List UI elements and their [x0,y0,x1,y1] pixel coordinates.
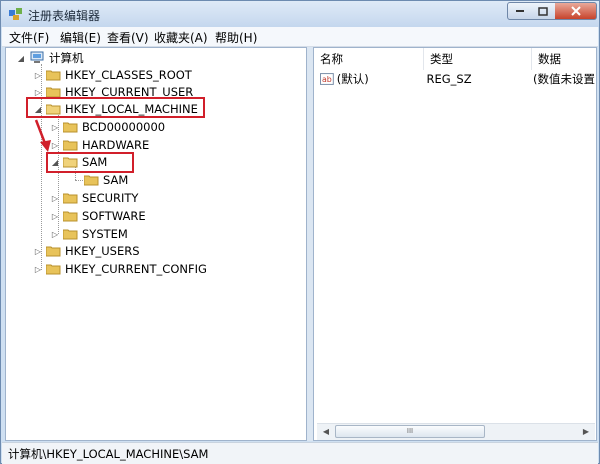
svg-text:ab: ab [322,75,332,84]
tree-label: SECURITY [82,191,139,205]
tree-item-hkey-users[interactable]: ▷ HKEY_USERS [33,243,140,259]
maximize-icon [538,6,548,16]
tree-label: BCD00000000 [82,120,166,134]
folder-icon [84,174,99,186]
close-button[interactable] [555,2,597,20]
menu-help[interactable]: 帮助(H) [215,29,257,46]
column-header-name[interactable]: 名称 [314,48,424,70]
expand-icon[interactable]: ▷ [33,247,43,256]
menu-view[interactable]: 查看(V) [107,29,149,46]
column-header-label: 类型 [430,52,453,66]
computer-icon [30,51,44,63]
tree-label: HARDWARE [82,138,150,152]
value-name: (默认) [336,72,369,86]
tree-label: HKEY_USERS [65,244,140,258]
tree-item-hkey-classes-root[interactable]: ▷ HKEY_CLASSES_ROOT [33,67,192,83]
folder-icon [63,228,78,240]
title-bar: 注册表编辑器 [1,1,599,27]
column-header-data[interactable]: 数据 [532,48,596,70]
tree-label: HKEY_CURRENT_CONFIG [65,262,207,276]
values-list-pane[interactable]: 名称 类型 数据 ab (默认) REG_SZ (数值未设置 [313,47,597,441]
column-header-type[interactable]: 类型 [424,48,532,70]
column-header-label: 数据 [538,52,561,66]
expand-icon[interactable]: ▷ [50,212,60,221]
status-path: 计算机\HKEY_LOCAL_MACHINE\SAM [8,447,209,461]
tree-item-computer[interactable]: ◢ 计算机 [16,50,84,66]
column-header-label: 名称 [320,52,343,66]
maximize-button[interactable] [531,2,556,20]
tree-item-security[interactable]: ▷ SECURITY [50,190,139,206]
horizontal-scrollbar[interactable]: ◀ III ▶ [317,423,595,440]
registry-editor-icon [9,8,22,20]
tree-item-hardware[interactable]: ▷ HARDWARE [50,137,149,153]
tree-label: SOFTWARE [82,209,146,223]
expand-icon[interactable]: ▷ [33,265,43,274]
tree-pane[interactable]: ◢ 计算机 ▷ HKEY_CLASSES_ROOT ▷ HKEY_CURRENT… [5,47,307,441]
folder-icon [46,69,61,81]
expand-icon[interactable]: ▷ [50,194,60,203]
tree-label: SYSTEM [82,227,128,241]
minimize-icon [515,10,524,12]
close-icon [570,6,581,16]
minimize-button[interactable] [507,2,532,20]
table-row[interactable]: ab (默认) REG_SZ (数值未设置 [320,70,595,88]
string-value-icon: ab [320,73,334,85]
menu-edit[interactable]: 编辑(E) [60,29,101,46]
tree-label: 计算机 [49,51,84,65]
tree-label: HKEY_CLASSES_ROOT [65,68,192,82]
folder-icon [63,121,78,133]
value-type: REG_SZ [426,72,472,86]
highlight-box-hkey-local-machine [26,97,205,118]
folder-icon [63,139,78,151]
folder-icon [46,245,61,257]
scroll-right-icon[interactable]: ▶ [579,426,593,438]
tree-item-bcd[interactable]: ▷ BCD00000000 [50,119,165,135]
registry-editor-window: 注册表编辑器 文件(F) 编辑(E) 查看(V) 收藏夹(A) 帮助(H) ◢ … [0,0,600,464]
window-title: 注册表编辑器 [28,9,101,23]
scroll-thumb[interactable]: III [335,425,485,438]
folder-icon [63,210,78,222]
tree-item-hkey-current-config[interactable]: ▷ HKEY_CURRENT_CONFIG [33,261,207,277]
tree-item-system[interactable]: ▷ SYSTEM [50,226,128,242]
menu-favorites[interactable]: 收藏夹(A) [154,29,208,46]
menu-bar: 文件(F) 编辑(E) 查看(V) 收藏夹(A) 帮助(H) [2,27,598,47]
status-bar: 计算机\HKEY_LOCAL_MACHINE\SAM [2,442,598,464]
tree-label: SAM [103,173,129,187]
collapse-icon[interactable]: ◢ [16,54,26,63]
tree-item-sam-child[interactable]: SAM [84,172,128,188]
scroll-left-icon[interactable]: ◀ [319,426,333,438]
folder-icon [46,263,61,275]
value-data: (数值未设置 [533,72,595,86]
highlight-box-sam [46,152,134,173]
expand-icon[interactable]: ▷ [33,88,43,97]
menu-file[interactable]: 文件(F) [9,29,49,46]
annotation-arrow-icon [34,119,51,152]
expand-icon[interactable]: ▷ [33,71,43,80]
tree-item-software[interactable]: ▷ SOFTWARE [50,208,146,224]
expand-icon[interactable]: ▷ [50,230,60,239]
folder-icon [63,192,78,204]
